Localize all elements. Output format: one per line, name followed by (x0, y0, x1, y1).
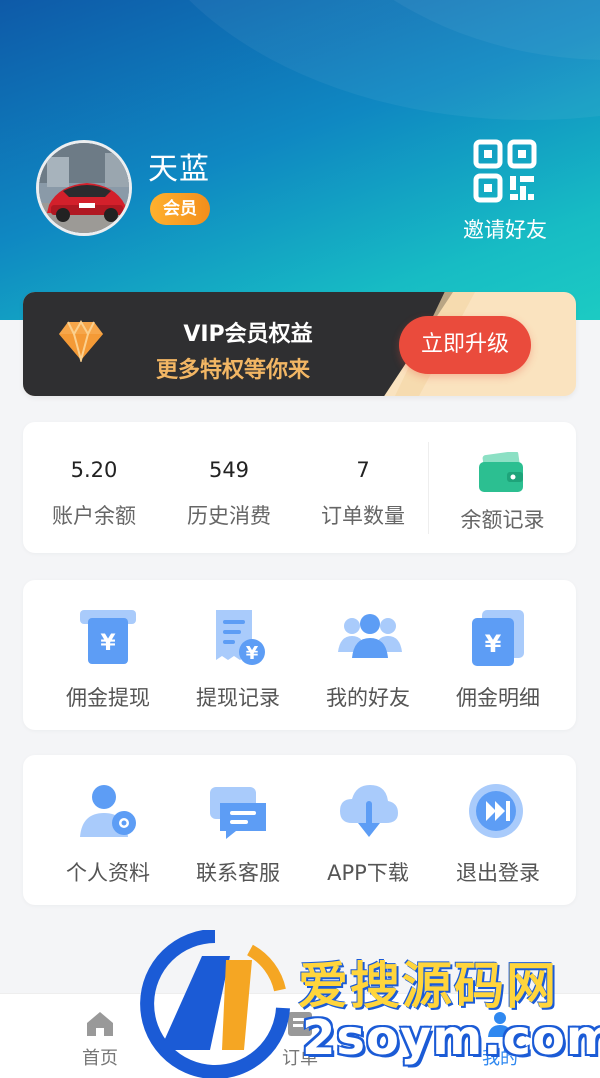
menu-label: 提现记录 (196, 686, 280, 710)
menu-my-friends[interactable]: 我的好友 (303, 580, 433, 730)
menu-label: APP下载 (327, 861, 409, 885)
qr-code-icon (450, 138, 560, 204)
tab-mine[interactable]: 我的 (400, 994, 600, 1078)
svg-text:¥: ¥ (100, 631, 116, 656)
menu-customer-service[interactable]: 联系客服 (173, 755, 303, 905)
menu-logout[interactable]: 退出登录 (433, 755, 563, 905)
menu-label: 佣金明细 (456, 686, 540, 710)
stat-value: 7 (356, 458, 370, 482)
menu-profile[interactable]: 个人资料 (43, 755, 173, 905)
invite-friends-button[interactable]: 邀请好友 (450, 138, 560, 244)
menu-app-download[interactable]: APP下载 (303, 755, 433, 905)
stat-balance[interactable]: 5.20 账户余额 (29, 422, 159, 553)
menu-commission-withdraw[interactable]: ¥ 佣金提现 (43, 580, 173, 730)
stat-value: 5.20 (70, 458, 118, 482)
username: 天蓝 (148, 152, 210, 187)
menu-label: 个人资料 (66, 861, 150, 885)
account-menu: 个人资料 联系客服 APP下载 退出登录 (23, 755, 576, 905)
svg-text:¥: ¥ (246, 643, 259, 664)
stat-label: 订单数量 (321, 504, 405, 528)
invite-label: 邀请好友 (463, 218, 547, 242)
balance-record-label: 余额记录 (460, 508, 545, 532)
vip-banner[interactable]: VIP会员权益 更多特权等你来 立即升级 (23, 292, 576, 396)
upgrade-button[interactable]: 立即升级 (399, 316, 531, 374)
tab-home[interactable]: 首页 (0, 994, 200, 1078)
stat-order-count[interactable]: 7 订单数量 (298, 422, 428, 553)
stat-label: 历史消费 (187, 504, 271, 528)
tab-label: 首页 (82, 1048, 118, 1069)
avatar-image (39, 143, 129, 233)
menu-label: 佣金提现 (66, 686, 150, 710)
account-stats-card: 5.20 账户余额 549 历史消费 7 订单数量 余额记录 (23, 422, 576, 553)
menu-label: 联系客服 (196, 861, 280, 885)
diamond-icon (58, 320, 104, 366)
commission-menu: ¥ 佣金提现 ¥ 提现记录 我的好友 ¥ 佣金明细 (23, 580, 576, 730)
tab-orders[interactable]: 订单 (200, 994, 400, 1078)
profile-header: 天蓝 会员 邀请好友 (0, 0, 600, 320)
tab-label: 我的 (482, 1048, 518, 1069)
bottom-tab-bar: 首页 订单 我的 (0, 993, 600, 1078)
stat-history-spend[interactable]: 549 历史消费 (164, 422, 294, 553)
vip-subtitle: 更多特权等你来 (155, 358, 310, 383)
balance-record-button[interactable]: 余额记录 (429, 422, 576, 553)
stat-label: 账户余额 (52, 504, 136, 528)
tab-label: 订单 (282, 1048, 318, 1069)
vip-title: VIP会员权益 (183, 322, 313, 347)
menu-label: 我的好友 (326, 686, 410, 710)
member-badge: 会员 (150, 193, 210, 225)
menu-withdraw-record[interactable]: ¥ 提现记录 (173, 580, 303, 730)
svg-text:¥: ¥ (485, 630, 502, 658)
menu-label: 退出登录 (456, 861, 540, 885)
avatar[interactable] (36, 140, 132, 236)
menu-commission-detail[interactable]: ¥ 佣金明细 (433, 580, 563, 730)
stat-value: 549 (208, 458, 250, 482)
